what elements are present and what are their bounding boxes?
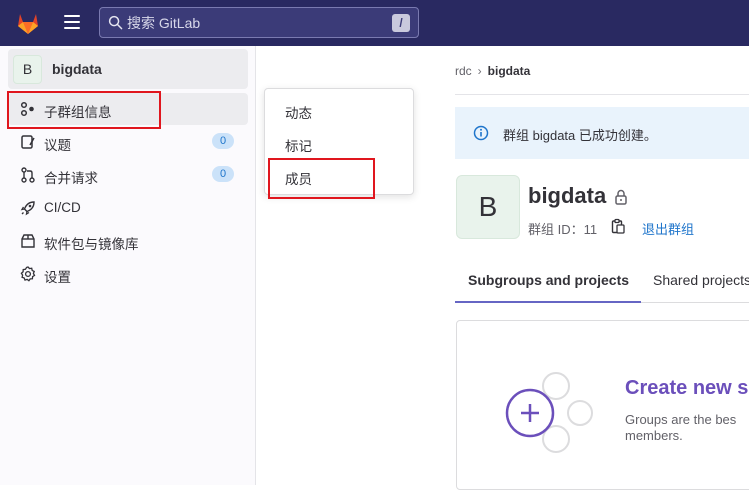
issues-count-badge: 0: [212, 133, 234, 149]
empty-state-description: Groups are the bes members.: [625, 412, 737, 443]
group-id: 群组 ID：11: [528, 219, 597, 238]
alert-text: 群组 bigdata 已成功创建。: [503, 128, 657, 143]
leave-group-link[interactable]: 退出群组: [642, 219, 694, 238]
success-alert: 群组 bigdata 已成功创建。: [455, 107, 749, 159]
sidebar-item-issues[interactable]: 议题 0: [8, 126, 248, 158]
sidebar-item-settings[interactable]: 设置: [8, 258, 248, 290]
flyout-item-activity[interactable]: 动态: [265, 94, 413, 126]
flyout-item-label: 成员: [285, 172, 312, 187]
flyout-item-members[interactable]: 成员: [265, 160, 413, 192]
breadcrumb-separator: ›: [477, 64, 482, 78]
breadcrumb-current[interactable]: bigdata: [488, 64, 531, 78]
sidebar-item-label: 合并请求: [44, 171, 98, 186]
sidebar: B bigdata 子群组信息 议题 0 合并请求 0 CI/CD 软件包与镜像…: [0, 46, 256, 485]
breadcrumb-parent-link[interactable]: rdc: [455, 64, 472, 78]
sidebar-item-label: CI/CD: [44, 200, 81, 215]
group-info-icon: [20, 101, 34, 117]
group-title: bigdata: [528, 183, 607, 208]
search-shortcut-key: /: [392, 14, 410, 32]
sidebar-item-packages[interactable]: 软件包与镜像库: [8, 225, 248, 257]
group-id-label: 群组 ID：: [528, 222, 584, 237]
info-icon: [473, 125, 489, 141]
menu-icon[interactable]: [64, 15, 80, 29]
sidebar-item-group-info[interactable]: 子群组信息: [8, 93, 248, 125]
group-tabs: Subgroups and projects Shared projects: [455, 262, 749, 303]
clipboard-icon[interactable]: [611, 218, 625, 234]
lock-icon: [615, 189, 627, 205]
tab-shared-projects[interactable]: Shared projects: [641, 262, 749, 303]
search-icon: [108, 15, 123, 30]
group-avatar: B: [13, 55, 42, 84]
merge-request-icon: [21, 167, 35, 183]
flyout-item-label: 动态: [285, 106, 312, 121]
group-name: bigdata: [52, 61, 102, 77]
flyout-menu: 动态 标记 成员: [264, 88, 414, 195]
group-id-value: 11: [583, 222, 598, 237]
gear-icon: [20, 266, 36, 282]
sidebar-group-header[interactable]: B bigdata: [8, 49, 248, 89]
search-box[interactable]: /: [99, 7, 419, 38]
top-bar: /: [0, 0, 749, 46]
tab-subgroups-and-projects[interactable]: Subgroups and projects: [455, 262, 641, 303]
sidebar-item-merge-requests[interactable]: 合并请求 0: [8, 159, 248, 191]
group-avatar-large: B: [456, 175, 520, 239]
rocket-icon: [20, 201, 35, 216]
merge-requests-count-badge: 0: [212, 166, 234, 182]
sidebar-item-label: 设置: [44, 270, 71, 285]
create-subgroup-illustration-icon[interactable]: [502, 370, 602, 456]
sidebar-item-ci-cd[interactable]: CI/CD: [8, 192, 248, 224]
sidebar-item-label: 软件包与镜像库: [44, 237, 139, 252]
sidebar-item-label: 议题: [44, 138, 71, 153]
empty-state-title[interactable]: Create new s: [625, 377, 748, 400]
tab-label: Shared projects: [653, 272, 749, 288]
tab-label: Subgroups and projects: [468, 272, 630, 288]
issues-icon: [21, 135, 35, 149]
search-input[interactable]: [127, 14, 377, 32]
sidebar-item-label: 子群组信息: [44, 105, 112, 120]
flyout-item-labels[interactable]: 标记: [265, 127, 413, 159]
package-icon: [21, 234, 35, 248]
divider: [455, 94, 749, 95]
gitlab-logo-icon[interactable]: [14, 9, 42, 37]
breadcrumb: rdc › bigdata: [455, 64, 530, 78]
empty-state-card: [456, 320, 749, 490]
flyout-item-label: 标记: [285, 139, 312, 154]
